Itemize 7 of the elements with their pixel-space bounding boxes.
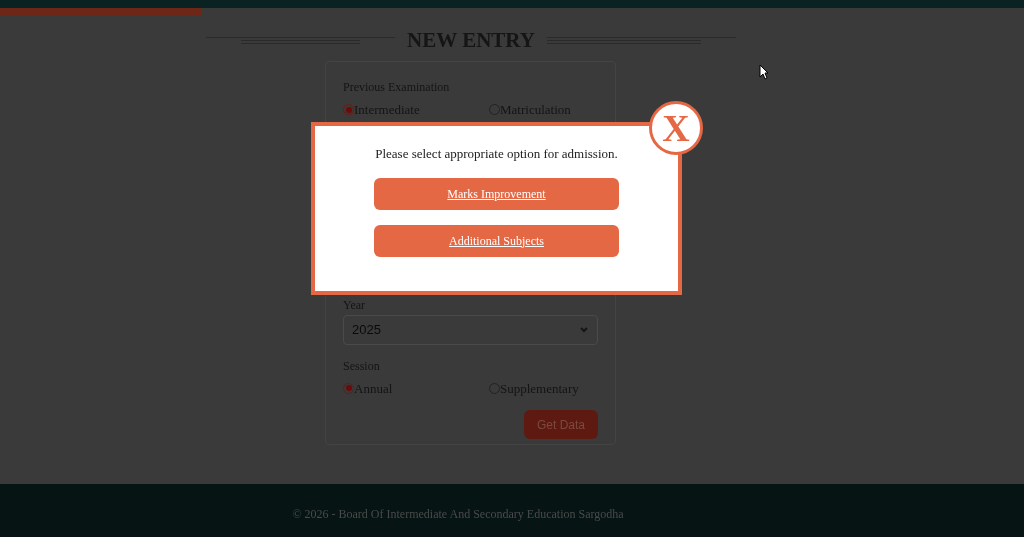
modal-message: Please select appropriate option for admission.: [375, 145, 618, 163]
option-button[interactable]: Marks Improvement: [374, 177, 619, 210]
option-button[interactable]: Additional Subjects: [374, 224, 619, 257]
cursor-icon: [759, 64, 769, 80]
footer-copyright: © 2026 - Board Of Intermediate And Secondary Education Sargodha: [292, 505, 624, 523]
chevron-down-icon: [579, 325, 589, 334]
close-button[interactable]: X: [649, 101, 703, 155]
